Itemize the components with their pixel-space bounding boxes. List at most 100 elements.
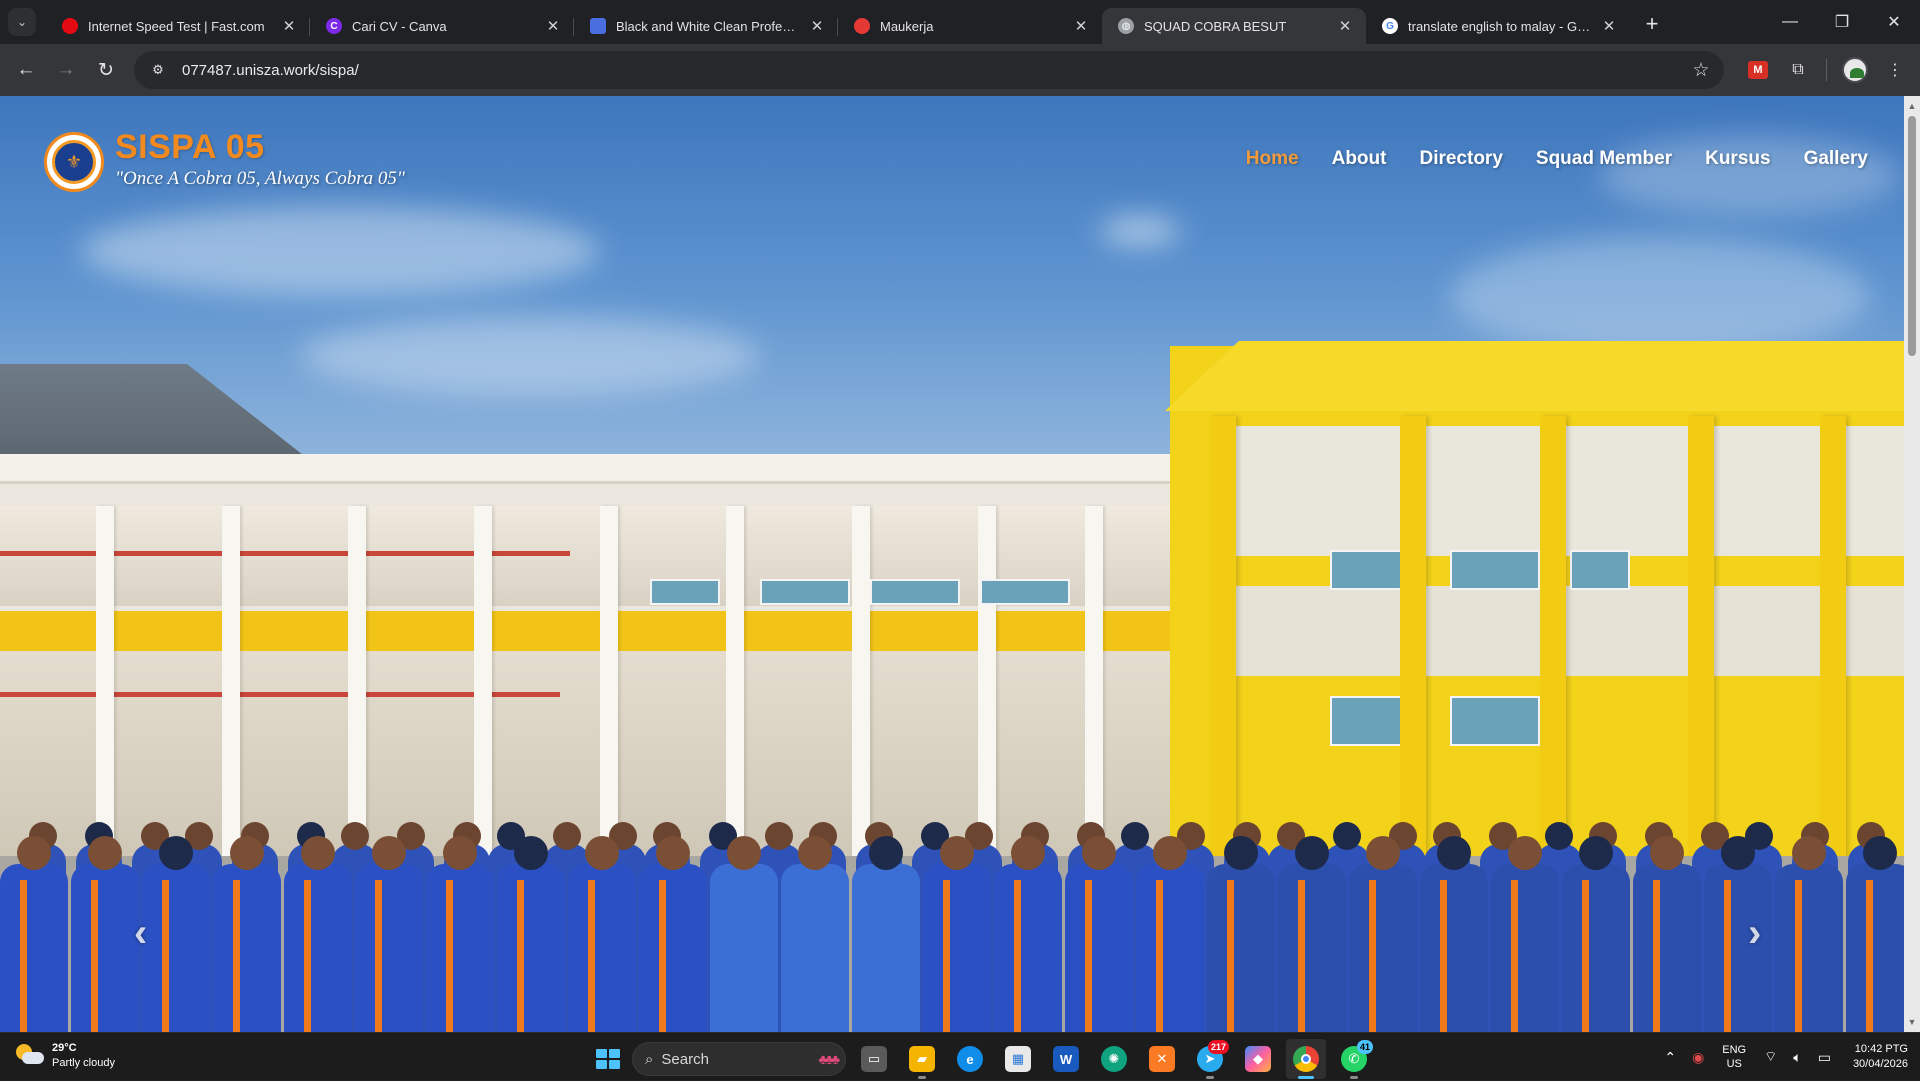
nav-home[interactable]: Home (1246, 148, 1299, 170)
close-icon[interactable]: ✕ (544, 17, 562, 35)
tab-title: SQUAD COBRA BESUT (1144, 18, 1287, 34)
close-icon[interactable]: ✕ (808, 17, 826, 35)
crowd-person (1562, 836, 1630, 1032)
close-window-button[interactable]: ✕ (1868, 0, 1920, 44)
window (980, 579, 1070, 605)
tab-canva[interactable]: C Cari CV - Canva ✕ (310, 8, 574, 44)
tab-squad-cobra[interactable]: ◍ SQUAD COBRA BESUT ✕ (1102, 8, 1366, 44)
cloud (1450, 236, 1870, 356)
scroll-up-icon[interactable]: ▲ (1904, 98, 1920, 114)
tab-canva-doc[interactable]: Black and White Clean Professional ✕ (574, 8, 838, 44)
weather-condition: Partly cloudy (52, 1057, 115, 1069)
nav-directory[interactable]: Directory (1419, 148, 1502, 170)
xampp-icon[interactable]: ✕ (1142, 1039, 1182, 1079)
back-button[interactable]: ← (8, 52, 44, 88)
volume-icon[interactable]: 🔈︎ (1793, 1049, 1801, 1066)
window (650, 579, 720, 605)
crowd-person (1633, 836, 1701, 1032)
crowd-person (1704, 836, 1772, 1032)
crowd-person (142, 836, 210, 1032)
minimize-button[interactable]: — (1764, 0, 1816, 44)
address-bar[interactable]: ⚙ 077487.unisza.work/sispa/ ☆ (134, 51, 1724, 89)
file-explorer-icon[interactable]: ▰ (902, 1039, 942, 1079)
profile-button[interactable] (1839, 54, 1871, 86)
restore-button[interactable]: ❐ (1816, 0, 1868, 44)
start-windows-icon[interactable] (588, 1041, 624, 1077)
scroll-down-icon[interactable]: ▼ (1904, 1014, 1920, 1030)
nav-kursus[interactable]: Kursus (1705, 148, 1770, 170)
chevron-up-icon[interactable]: ⌃ (1664, 1049, 1676, 1066)
partly-cloudy-icon (16, 1044, 44, 1068)
nav-about[interactable]: About (1332, 148, 1387, 170)
tab-google-translate[interactable]: G translate english to malay - Google ✕ (1366, 8, 1630, 44)
crowd-person (639, 836, 707, 1032)
edge-icon[interactable]: e (950, 1039, 990, 1079)
bookmark-star-icon[interactable]: ☆ (1688, 59, 1714, 82)
crowd-person (781, 836, 849, 1032)
globe-icon: ◍ (1118, 18, 1134, 34)
extensions-puzzle-icon[interactable]: ⧉ (1782, 54, 1814, 86)
crowd-person (497, 836, 565, 1032)
menu-kebab-icon[interactable]: ⋮ (1879, 54, 1911, 86)
window (870, 579, 960, 605)
tab-strip: ⌄ Internet Speed Test | Fast.com ✕ C Car… (0, 0, 1920, 44)
site-header: ⚜ SISPA 05 "Once A Cobra 05, Always Cobr… (0, 96, 1904, 226)
crowd-group-photo (0, 796, 1904, 1032)
copilot-icon[interactable]: ◆ (1238, 1039, 1278, 1079)
tab-title: Cari CV - Canva (352, 18, 447, 34)
language-line2: US (1726, 1058, 1742, 1070)
yellow-building-roof (1165, 341, 1904, 411)
task-view-icon[interactable]: ▭ (854, 1039, 894, 1079)
nav-gallery[interactable]: Gallery (1804, 148, 1868, 170)
antivirus-icon[interactable]: ◉ (1692, 1049, 1704, 1066)
carousel-next-button[interactable]: › (1748, 911, 1761, 956)
weather-widget[interactable]: 29°C Partly cloudy (16, 1041, 115, 1071)
site-info-icon[interactable]: ⚙ (146, 58, 170, 82)
tab-fast[interactable]: Internet Speed Test | Fast.com ✕ (46, 8, 310, 44)
search-icon: ⌕ (645, 1050, 654, 1068)
wifi-icon[interactable]: ⌔ (1764, 1048, 1777, 1066)
chrome-icon[interactable] (1286, 1039, 1326, 1079)
extension-red-icon: M (1748, 61, 1768, 79)
site-logo[interactable]: ⚜ (44, 132, 104, 192)
extension-button[interactable]: M (1742, 54, 1774, 86)
language-indicator[interactable]: ENG US (1722, 1043, 1746, 1071)
page-scrollbar[interactable]: ▲ ▼ (1904, 96, 1920, 1032)
crowd-person (852, 836, 920, 1032)
avatar (1842, 57, 1868, 83)
crowd-person (71, 836, 139, 1032)
whatsapp-icon[interactable]: ✆ 41 (1334, 1039, 1374, 1079)
brand-title[interactable]: SISPA 05 (115, 128, 265, 167)
nav-squad-member[interactable]: Squad Member (1536, 148, 1672, 170)
clock[interactable]: 10:42 PTG 30/04/2026 (1853, 1042, 1908, 1072)
system-tray: ⌃ ◉ ENG US ⌔ 🔈︎ ▭ 10:42 PTG 30/04/2026 (1656, 1033, 1908, 1081)
battery-icon[interactable]: ▭ (1818, 1049, 1831, 1066)
close-icon[interactable]: ✕ (1072, 17, 1090, 35)
tab-list: Internet Speed Test | Fast.com ✕ C Cari … (46, 0, 1630, 44)
url-text[interactable]: 077487.unisza.work/sispa/ (182, 62, 1688, 79)
crowd-person (426, 836, 494, 1032)
close-icon[interactable]: ✕ (1600, 17, 1618, 35)
window (760, 579, 850, 605)
forward-button[interactable]: → (48, 52, 84, 88)
crowd-person (1420, 836, 1488, 1032)
tab-title: translate english to malay - Google (1408, 18, 1592, 34)
reload-button[interactable]: ↻ (88, 52, 124, 88)
telegram-icon[interactable]: ➤ 217 (1190, 1039, 1230, 1079)
close-icon[interactable]: ✕ (1336, 17, 1354, 35)
close-icon[interactable]: ✕ (280, 17, 298, 35)
crowd-person (994, 836, 1062, 1032)
crowd-person (1491, 836, 1559, 1032)
scrollbar-thumb[interactable] (1908, 116, 1916, 356)
search-placeholder: Search (661, 1050, 709, 1068)
tab-search-button[interactable]: ⌄ (8, 8, 36, 36)
word-icon[interactable]: W (1046, 1039, 1086, 1079)
taskbar-search-box[interactable]: ⌕ Search ♣♣♣ (632, 1042, 846, 1076)
tab-maukerja[interactable]: Maukerja ✕ (838, 8, 1102, 44)
store-icon[interactable]: ▦ (998, 1039, 1038, 1079)
carousel-prev-button[interactable]: ‹ (134, 911, 147, 956)
new-tab-button[interactable]: + (1636, 8, 1668, 40)
google-icon: G (1382, 18, 1398, 34)
chatgpt-icon[interactable]: ✺ (1094, 1039, 1134, 1079)
canva-icon: C (326, 18, 342, 34)
